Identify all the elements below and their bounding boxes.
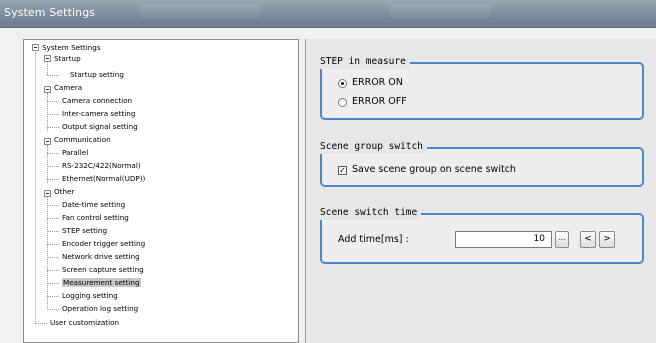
tree-item-system-settings[interactable]: System Settings [42,43,101,53]
scene-group-switch-title: Scene group switch [320,140,427,154]
collapse-communication-icon[interactable] [44,138,51,145]
tree-item-fan-control-setting[interactable]: Fan control setting [62,213,129,223]
error-off-radio[interactable] [338,98,347,107]
tree-item-startup-setting[interactable]: Startup setting [70,70,124,80]
settings-tree: System Settings Startup Startup setting … [24,40,298,342]
add-time-label: Add time[ms] : [338,234,409,245]
tree-item-measurement-setting[interactable]: Measurement setting [62,278,141,288]
step-in-measure-title: STEP in measure [320,55,410,69]
tree-item-other[interactable]: Other [54,187,74,197]
window-title: System Settings [4,6,96,19]
collapse-system-settings-icon[interactable] [32,44,39,51]
collapse-camera-icon[interactable] [44,86,51,93]
scene-switch-time-title: Scene switch time [320,206,422,220]
tree-item-operation-log-setting[interactable]: Operation log setting [62,304,138,314]
tree-item-date-time-setting[interactable]: Date-time setting [62,200,125,210]
tree-item-startup[interactable]: Startup [54,54,81,64]
scene-switch-time-group: Scene switch time Add time[ms] : 10 ... … [320,206,644,264]
error-on-radio[interactable] [338,79,347,88]
decrement-button[interactable]: < [580,231,596,248]
error-on-label: ERROR ON [352,77,403,88]
tree-item-ethernet[interactable]: Ethernet(Normal(UDP)) [62,174,145,184]
tree-item-camera[interactable]: Camera [54,83,82,93]
tree-item-screen-capture-setting[interactable]: Screen capture setting [62,265,144,275]
step-in-measure-group: STEP in measure ERROR ON ERROR OFF [320,55,644,120]
tree-item-encoder-trigger-setting[interactable]: Encoder trigger setting [62,239,145,249]
tree-item-rs232c[interactable]: RS-232C/422(Normal) [62,161,141,171]
increment-button[interactable]: > [599,231,615,248]
title-bar: System Settings [0,0,656,28]
add-time-edit-button[interactable]: ... [555,231,569,248]
tree-item-step-setting[interactable]: STEP setting [62,226,107,236]
collapse-other-icon[interactable] [44,190,51,197]
tree-item-inter-camera-setting[interactable]: Inter-camera setting [62,109,135,119]
title-bar-segment [390,4,490,18]
settings-tree-panel: System Settings Startup Startup setting … [23,39,299,343]
tree-item-communication[interactable]: Communication [54,135,111,145]
scene-group-switch-group: Scene group switch ✓ Save scene group on… [320,140,644,187]
tree-item-output-signal-setting[interactable]: Output signal setting [62,122,138,132]
tree-item-parallel[interactable]: Parallel [62,148,88,158]
collapse-startup-icon[interactable] [44,55,51,62]
add-time-input[interactable]: 10 [455,231,552,248]
title-bar-segment [140,4,260,18]
tree-item-camera-connection[interactable]: Camera connection [62,96,132,106]
tree-item-logging-setting[interactable]: Logging setting [62,291,118,301]
error-off-label: ERROR OFF [352,96,407,107]
save-scene-group-checkbox[interactable]: ✓ [338,166,347,175]
save-scene-group-label: Save scene group on scene switch [352,164,516,175]
tree-item-network-drive-setting[interactable]: Network drive setting [62,252,140,262]
tree-item-user-customization[interactable]: User customization [50,318,119,328]
